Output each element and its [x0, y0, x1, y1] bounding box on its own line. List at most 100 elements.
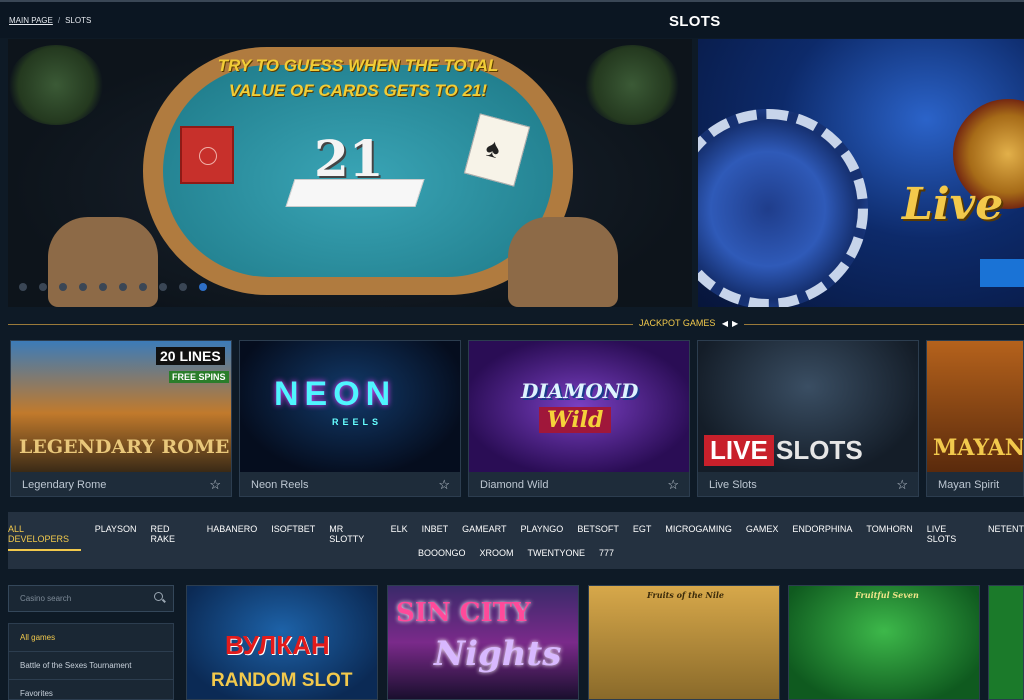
game-name: Live Slots: [709, 479, 757, 491]
star-icon[interactable]: ☆: [438, 477, 450, 493]
developer-filter-item[interactable]: XROOM: [479, 548, 513, 558]
casino-chip-illustration: [698, 109, 868, 307]
game-thumbnail: MAYAN: [927, 341, 1023, 472]
slider-dot[interactable]: [99, 283, 107, 291]
developer-filter-item[interactable]: RED RAKE: [151, 524, 193, 551]
breadcrumb: MAIN PAGE / SLOTS: [9, 16, 91, 25]
developer-row: ALL DEVELOPERS PLAYSON RED RAKE HABANERO ISO…: [8, 524, 1024, 551]
top-bar: MAIN PAGE / SLOTS SLOTS: [0, 0, 1024, 38]
game-card-legendary-rome[interactable]: 20 LINES FREE SPINS LEGENDARY ROME Legen…: [10, 340, 232, 497]
game-art-title: MAYAN: [933, 435, 1023, 461]
game-art-subtitle: Wild: [539, 407, 612, 433]
breadcrumb-main-page-link[interactable]: MAIN PAGE: [9, 16, 53, 25]
slider-dot[interactable]: [119, 283, 127, 291]
game-tile-sin-city-nights[interactable]: SIN CITY Nights: [387, 585, 579, 700]
tile-title: Fruits of the Nile: [647, 590, 725, 600]
developer-filter-item[interactable]: MICROGAMING: [665, 524, 732, 551]
tile-title: ВУЛКАН: [225, 630, 330, 660]
game-thumbnail: NEON REELS: [240, 341, 460, 472]
sidebar-menu: All games Battle of the Sexes Tournament…: [8, 623, 174, 700]
game-thumbnail: DIAMOND Wild: [469, 341, 689, 472]
banner-headline: TRY TO GUESS WHEN THE TOTAL VALUE OF CAR…: [217, 56, 499, 100]
page-title: SLOTS: [669, 13, 721, 30]
game-name: Diamond Wild: [480, 479, 549, 491]
developer-filter-all[interactable]: ALL DEVELOPERS: [8, 524, 81, 551]
slider-dot[interactable]: [59, 283, 67, 291]
game-name: Mayan Spirit: [938, 479, 1000, 491]
game-card-neon-reels[interactable]: NEON REELS Neon Reels ☆: [239, 340, 461, 497]
developer-filter-item[interactable]: HABANERO: [207, 524, 258, 551]
developer-filter-item[interactable]: TWENTYONE: [528, 548, 586, 558]
star-icon[interactable]: ☆: [896, 477, 908, 493]
jackpot-section-header: JACKPOT GAMES ◀ ▶: [633, 318, 745, 328]
developer-filter-item[interactable]: EGT: [633, 524, 652, 551]
tile-subtitle: Nights: [434, 634, 562, 674]
developer-filter-item[interactable]: BOOONGO: [418, 548, 466, 558]
slider-dot[interactable]: [159, 283, 167, 291]
developer-filter-item[interactable]: MR SLOTTY: [329, 524, 376, 551]
developer-filter-item[interactable]: INBET: [422, 524, 449, 551]
sidebar-item-favorites[interactable]: Favorites: [9, 680, 173, 700]
game-art-title: LEGENDARY ROME: [19, 436, 230, 458]
game-badge-free-spins: FREE SPINS: [169, 371, 229, 383]
developer-filter-item[interactable]: BETSOFT: [577, 524, 619, 551]
developer-filter-item[interactable]: TOMHORN: [866, 524, 912, 551]
game-tile-fruitful-seven[interactable]: Fruitful Seven: [788, 585, 980, 700]
game-card-live-slots[interactable]: LIVE SLOTS Live Slots ☆: [697, 340, 919, 497]
search-icon[interactable]: [154, 592, 163, 601]
tile-subtitle: RANDOM SLOT: [211, 670, 353, 691]
developer-filter-item[interactable]: 777: [599, 548, 614, 558]
breadcrumb-current: SLOTS: [65, 16, 92, 25]
game-card-mayan-spirit[interactable]: MAYAN Mayan Spirit: [926, 340, 1024, 497]
developer-filter-item[interactable]: PLAYNGO: [520, 524, 563, 551]
game-tile-fruits-of-the-nile[interactable]: Fruits of the Nile: [588, 585, 780, 700]
tile-title: SIN CITY: [396, 598, 531, 628]
developer-filter-item[interactable]: GAMEX: [746, 524, 779, 551]
plant-decoration: [584, 45, 680, 125]
slider-dots: [19, 283, 207, 291]
section-divider: [8, 324, 1024, 325]
developer-filter-bar: ALL DEVELOPERS PLAYSON RED RAKE HABANERO ISO…: [8, 512, 1024, 569]
game-name: Neon Reels: [251, 479, 309, 491]
game-art-title: LIVE: [704, 435, 774, 466]
plant-decoration: [8, 45, 104, 125]
breadcrumb-separator: /: [57, 16, 61, 25]
slider-dot[interactable]: [179, 283, 187, 291]
slider-dot[interactable]: [19, 283, 27, 291]
game-name: Legendary Rome: [22, 479, 107, 491]
chair-illustration: [48, 217, 158, 307]
developer-filter-item[interactable]: NETENT: [988, 524, 1024, 551]
chevron-right-icon[interactable]: ▶: [732, 319, 738, 328]
card-back-illustration: [180, 126, 234, 184]
slider-dot-active[interactable]: [199, 283, 207, 291]
developer-filter-item[interactable]: LIVE SLOTS: [927, 524, 974, 551]
star-icon[interactable]: ☆: [667, 477, 679, 493]
developer-row: BOOONGO XROOM TWENTYONE 777: [8, 548, 1024, 558]
banner-live-title: Live: [902, 179, 1004, 230]
jackpot-title: JACKPOT GAMES: [639, 318, 716, 328]
chair-illustration: [508, 217, 618, 307]
game-card-diamond-wild[interactable]: DIAMOND Wild Diamond Wild ☆: [468, 340, 690, 497]
slider-dot[interactable]: [139, 283, 147, 291]
star-icon[interactable]: ☆: [209, 477, 221, 493]
banner-play-button[interactable]: [980, 259, 1024, 287]
developer-filter-item[interactable]: PLAYSON: [95, 524, 137, 551]
game-tile-vulkan[interactable]: ВУЛКАН RANDOM SLOT: [186, 585, 378, 700]
slider-dot[interactable]: [79, 283, 87, 291]
developer-filter-item[interactable]: ENDORPHINA: [792, 524, 852, 551]
promo-banner-blackjack[interactable]: TRY TO GUESS WHEN THE TOTAL VALUE OF CAR…: [8, 39, 692, 307]
banner-score: 21: [314, 129, 384, 188]
game-tile-partial[interactable]: [988, 585, 1024, 700]
developer-filter-item[interactable]: ISOFTBET: [271, 524, 315, 551]
casino-search: [8, 585, 174, 612]
slider-dot[interactable]: [39, 283, 47, 291]
chevron-left-icon[interactable]: ◀: [722, 319, 728, 328]
search-input[interactable]: [9, 586, 149, 611]
game-art-subtitle: REELS: [332, 417, 383, 427]
sidebar-item-tournament[interactable]: Battle of the Sexes Tournament: [9, 652, 173, 680]
developer-filter-item[interactable]: GAMEART: [462, 524, 506, 551]
developer-filter-item[interactable]: ELK: [391, 524, 408, 551]
game-art-subtitle: SLOTS: [776, 435, 863, 465]
sidebar-item-all-games[interactable]: All games: [9, 624, 173, 652]
promo-banner-live-casino[interactable]: Live: [698, 39, 1024, 307]
